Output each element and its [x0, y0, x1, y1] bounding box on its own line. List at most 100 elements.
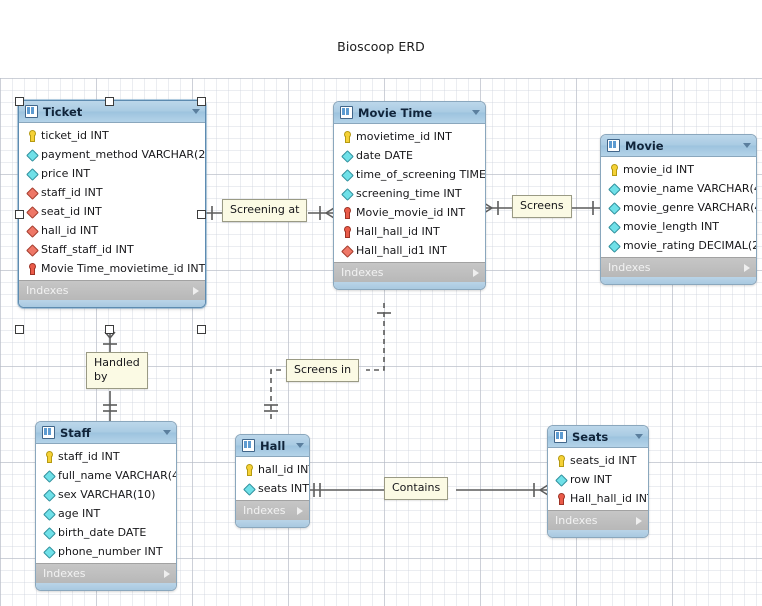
- table-row[interactable]: age INT: [36, 504, 176, 523]
- column-list-hall: hall_id INT seats INT: [236, 457, 309, 500]
- resize-handle-bottom-left[interactable]: [15, 325, 24, 334]
- column-icon: [43, 488, 54, 501]
- table-row[interactable]: payment_method VARCHAR(25): [19, 145, 205, 164]
- table-row[interactable]: birth_date DATE: [36, 523, 176, 542]
- resize-handle-top-right[interactable]: [197, 97, 206, 106]
- table-row[interactable]: movie_genre VARCHAR(45): [601, 198, 756, 217]
- table-row[interactable]: seat_id INT: [19, 202, 205, 221]
- table-row[interactable]: Hall_hall_id INT: [548, 489, 648, 508]
- entity-table-movie-time[interactable]: Movie Time movietime_id INT date DATE ti…: [333, 101, 486, 290]
- chevron-right-icon[interactable]: [193, 286, 199, 295]
- table-row[interactable]: staff_id INT: [36, 447, 176, 466]
- table-row[interactable]: seats INT: [236, 479, 309, 498]
- indexes-bar-seats[interactable]: Indexes: [548, 510, 648, 530]
- foreign-key-icon: [26, 224, 37, 237]
- chevron-down-icon[interactable]: [635, 434, 643, 439]
- table-icon: [242, 439, 255, 452]
- table-icon: [25, 105, 38, 118]
- table-row[interactable]: phone_number INT: [36, 542, 176, 561]
- indexes-bar-staff[interactable]: Indexes: [36, 563, 176, 583]
- chevron-right-icon[interactable]: [164, 569, 170, 578]
- table-row[interactable]: time_of_screening TIME(4): [334, 165, 485, 184]
- table-header-movie[interactable]: Movie: [601, 135, 756, 157]
- table-row[interactable]: Hall_hall_id INT: [334, 222, 485, 241]
- table-row[interactable]: Movie Time_movietime_id INT: [19, 259, 205, 278]
- column-label: Hall_hall_id1 INT: [356, 244, 447, 257]
- relationship-label-screens-in[interactable]: Screens in: [286, 359, 360, 382]
- relationship-label-contains[interactable]: Contains: [384, 477, 449, 500]
- indexes-label: Indexes: [341, 266, 384, 279]
- table-row[interactable]: date DATE: [334, 146, 485, 165]
- table-icon: [340, 106, 353, 119]
- table-row[interactable]: screening_time INT: [334, 184, 485, 203]
- primary-key-icon: [341, 130, 352, 143]
- table-row[interactable]: movie_name VARCHAR(45): [601, 179, 756, 198]
- indexes-bar-movie-time[interactable]: Indexes: [334, 262, 485, 282]
- resize-handle-middle-left[interactable]: [15, 210, 24, 219]
- primary-key-icon: [608, 163, 619, 176]
- resize-handle-bottom-center[interactable]: [105, 325, 114, 334]
- erd-canvas[interactable]: Bioscoop ERD Screening at Screens Handle…: [0, 0, 762, 606]
- table-row[interactable]: full_name VARCHAR(45): [36, 466, 176, 485]
- resize-handle-top-center[interactable]: [105, 97, 114, 106]
- indexes-label: Indexes: [243, 504, 286, 517]
- relationship-label-screens[interactable]: Screens: [512, 195, 572, 218]
- column-icon: [608, 182, 619, 195]
- table-row[interactable]: Hall_hall_id1 INT: [334, 241, 485, 260]
- table-row[interactable]: sex VARCHAR(10): [36, 485, 176, 504]
- entity-table-seats[interactable]: Seats seats_id INT row INT Hall_hall_id …: [547, 425, 649, 538]
- table-row[interactable]: movie_rating DECIMAL(2): [601, 236, 756, 255]
- entity-table-hall[interactable]: Hall hall_id INT seats INT Indexes: [235, 434, 310, 528]
- resize-handle-top-left[interactable]: [15, 97, 24, 106]
- table-row[interactable]: Staff_staff_id INT: [19, 240, 205, 259]
- foreign-key-icon: [26, 243, 37, 256]
- column-icon: [43, 545, 54, 558]
- chevron-down-icon[interactable]: [192, 109, 200, 114]
- table-row[interactable]: price INT: [19, 164, 205, 183]
- table-row[interactable]: seats_id INT: [548, 451, 648, 470]
- chevron-down-icon[interactable]: [472, 110, 480, 115]
- resize-handle-middle-right[interactable]: [197, 210, 206, 219]
- table-row[interactable]: row INT: [548, 470, 648, 489]
- resize-handle-bottom-right[interactable]: [197, 325, 206, 334]
- table-footer: [19, 300, 205, 307]
- table-row[interactable]: hall_id INT: [236, 460, 309, 479]
- table-footer: [548, 530, 648, 537]
- table-header-hall[interactable]: Hall: [236, 435, 309, 457]
- chevron-right-icon[interactable]: [297, 506, 303, 515]
- entity-table-staff[interactable]: Staff staff_id INT full_name VARCHAR(45)…: [35, 421, 177, 591]
- column-label: phone_number INT: [58, 545, 163, 558]
- indexes-bar-movie[interactable]: Indexes: [601, 257, 756, 277]
- chevron-down-icon[interactable]: [296, 443, 304, 448]
- table-row[interactable]: ticket_id INT: [19, 126, 205, 145]
- indexes-label: Indexes: [26, 284, 69, 297]
- table-row[interactable]: hall_id INT: [19, 221, 205, 240]
- table-row[interactable]: Movie_movie_id INT: [334, 203, 485, 222]
- relationship-label-handled-by[interactable]: Handled by: [86, 352, 148, 389]
- indexes-bar-ticket[interactable]: Indexes: [19, 280, 205, 300]
- indexes-label: Indexes: [555, 514, 598, 527]
- chevron-right-icon[interactable]: [636, 516, 642, 525]
- table-row[interactable]: staff_id INT: [19, 183, 205, 202]
- chevron-right-icon[interactable]: [473, 268, 479, 277]
- table-row[interactable]: movie_length INT: [601, 217, 756, 236]
- table-row[interactable]: movietime_id INT: [334, 127, 485, 146]
- column-icon: [243, 482, 254, 495]
- table-header-movie-time[interactable]: Movie Time: [334, 102, 485, 124]
- column-list-staff: staff_id INT full_name VARCHAR(45) sex V…: [36, 444, 176, 563]
- indexes-label: Indexes: [608, 261, 651, 274]
- table-row[interactable]: movie_id INT: [601, 160, 756, 179]
- chevron-right-icon[interactable]: [744, 263, 750, 272]
- relationship-label-screening-at[interactable]: Screening at: [222, 199, 308, 222]
- foreign-key-icon: [26, 186, 37, 199]
- table-header-staff[interactable]: Staff: [36, 422, 176, 444]
- column-label: screening_time INT: [356, 187, 462, 200]
- entity-table-movie[interactable]: Movie movie_id INT movie_name VARCHAR(45…: [600, 134, 757, 285]
- entity-table-ticket[interactable]: Ticket ticket_id INT payment_method VARC…: [18, 100, 206, 308]
- chevron-down-icon[interactable]: [163, 430, 171, 435]
- column-label: hall_id INT: [41, 224, 99, 237]
- chevron-down-icon[interactable]: [743, 143, 751, 148]
- indexes-bar-hall[interactable]: Indexes: [236, 500, 309, 520]
- table-header-seats[interactable]: Seats: [548, 426, 648, 448]
- table-footer: [36, 583, 176, 590]
